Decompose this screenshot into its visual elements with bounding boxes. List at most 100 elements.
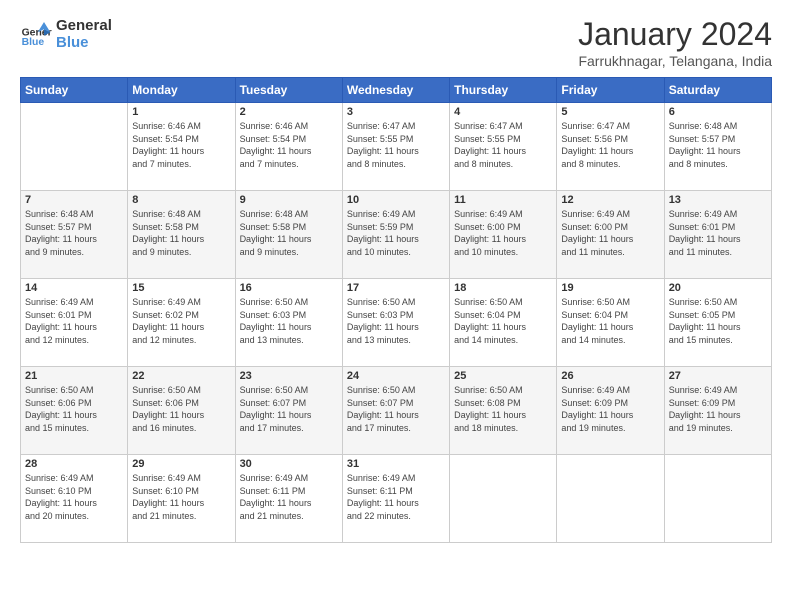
calendar-page: General Blue General Blue January 2024 F… (0, 0, 792, 559)
col-header-wednesday: Wednesday (342, 78, 449, 103)
col-header-thursday: Thursday (450, 78, 557, 103)
day-cell: 10 Sunrise: 6:49 AMSunset: 5:59 PMDayligh… (342, 191, 449, 279)
day-cell (450, 455, 557, 543)
day-number: 22 (132, 370, 230, 382)
day-cell: 26Sunrise: 6:49 AMSunset: 6:09 PMDayligh… (557, 367, 664, 455)
day-info: Sunrise: 6:50 AMSunset: 6:04 PMDaylight:… (454, 296, 552, 346)
logo-blue: Blue (56, 35, 112, 52)
day-number: 4 (454, 106, 552, 118)
day-cell: 21 Sunrise: 6:50 AMSunset: 6:06 PMDayligh… (21, 367, 128, 455)
day-info: Sunrise: 6:50 AMSunset: 6:08 PMDaylight:… (454, 384, 552, 434)
day-cell (557, 455, 664, 543)
day-cell: 17 Sunrise: 6:50 AMSunset: 6:03 PMDayligh… (342, 279, 449, 367)
day-cell: 12 Sunrise: 6:49 AMSunset: 6:00 PMDayligh… (557, 191, 664, 279)
day-number: 25 (454, 370, 552, 382)
day-info: Sunrise: 6:49 AMSunset: 6:01 PMDaylight:… (25, 296, 123, 346)
day-cell (21, 103, 128, 191)
day-number: 13 (669, 194, 767, 206)
day-info: Sunrise: 6:50 AMSunset: 6:03 PMDaylight:… (347, 296, 445, 346)
day-number: 1 (132, 106, 230, 118)
logo: General Blue General Blue (20, 16, 112, 51)
day-cell: 7Sunrise: 6:48 AMSunset: 5:57 PMDaylight… (21, 191, 128, 279)
day-cell: 19 Sunrise: 6:50 AMSunset: 6:04 PMDayligh… (557, 279, 664, 367)
day-cell: 16 Sunrise: 6:50 AMSunset: 6:03 PMDayligh… (235, 279, 342, 367)
day-cell: 14 Sunrise: 6:49 AMSunset: 6:01 PMDayligh… (21, 279, 128, 367)
day-cell: 22 Sunrise: 6:50 AMSunset: 6:06 PMDayligh… (128, 367, 235, 455)
header: General Blue General Blue January 2024 F… (20, 16, 772, 69)
day-info: Sunrise: 6:49 AMSunset: 6:10 PMDaylight:… (25, 472, 123, 522)
day-cell: 18 Sunrise: 6:50 AMSunset: 6:04 PMDayligh… (450, 279, 557, 367)
week-row: 14 Sunrise: 6:49 AMSunset: 6:01 PMDayligh… (21, 279, 772, 367)
day-cell: 20 Sunrise: 6:50 AMSunset: 6:05 PMDayligh… (664, 279, 771, 367)
day-info: Sunrise: 6:50 AMSunset: 6:03 PMDaylight:… (240, 296, 338, 346)
day-number: 2 (240, 106, 338, 118)
day-number: 17 (347, 282, 445, 294)
day-info: Sunrise: 6:49 AMSunset: 6:09 PMDaylight:… (669, 384, 767, 434)
day-number: 30 (240, 458, 338, 470)
day-info: Sunrise: 6:49 AMSunset: 6:00 PMDaylight:… (454, 208, 552, 258)
day-info: Sunrise: 6:49 AMSunset: 5:59 PMDaylight:… (347, 208, 445, 258)
day-info: Sunrise: 6:50 AMSunset: 6:05 PMDaylight:… (669, 296, 767, 346)
day-info: Sunrise: 6:47 AMSunset: 5:55 PMDaylight:… (347, 120, 445, 170)
day-number: 20 (669, 282, 767, 294)
day-number: 16 (240, 282, 338, 294)
day-info: Sunrise: 6:49 AMSunset: 6:01 PMDaylight:… (669, 208, 767, 258)
day-number: 11 (454, 194, 552, 206)
day-cell: 13 Sunrise: 6:49 AMSunset: 6:01 PMDayligh… (664, 191, 771, 279)
day-info: Sunrise: 6:49 AMSunset: 6:00 PMDaylight:… (561, 208, 659, 258)
calendar-subtitle: Farrukhnagar, Telangana, India (578, 53, 772, 69)
day-cell (664, 455, 771, 543)
week-row: 21 Sunrise: 6:50 AMSunset: 6:06 PMDayligh… (21, 367, 772, 455)
day-cell: 5Sunrise: 6:47 AMSunset: 5:56 PMDaylight… (557, 103, 664, 191)
day-number: 7 (25, 194, 123, 206)
day-info: Sunrise: 6:48 AMSunset: 5:58 PMDaylight:… (240, 208, 338, 258)
day-info: Sunrise: 6:49 AMSunset: 6:11 PMDaylight:… (347, 472, 445, 522)
day-info: Sunrise: 6:50 AMSunset: 6:06 PMDaylight:… (132, 384, 230, 434)
day-info: Sunrise: 6:50 AMSunset: 6:07 PMDaylight:… (240, 384, 338, 434)
day-number: 9 (240, 194, 338, 206)
day-number: 18 (454, 282, 552, 294)
col-header-monday: Monday (128, 78, 235, 103)
day-info: Sunrise: 6:50 AMSunset: 6:04 PMDaylight:… (561, 296, 659, 346)
day-info: Sunrise: 6:46 AMSunset: 5:54 PMDaylight:… (132, 120, 230, 170)
day-cell: 1 Sunrise: 6:46 AMSunset: 5:54 PMDaylight… (128, 103, 235, 191)
day-number: 10 (347, 194, 445, 206)
col-header-friday: Friday (557, 78, 664, 103)
header-row: SundayMondayTuesdayWednesdayThursdayFrid… (21, 78, 772, 103)
day-number: 8 (132, 194, 230, 206)
day-number: 27 (669, 370, 767, 382)
day-number: 12 (561, 194, 659, 206)
day-number: 23 (240, 370, 338, 382)
day-number: 5 (561, 106, 659, 118)
day-number: 21 (25, 370, 123, 382)
day-info: Sunrise: 6:49 AMSunset: 6:02 PMDaylight:… (132, 296, 230, 346)
svg-text:Blue: Blue (22, 37, 45, 48)
day-cell: 23 Sunrise: 6:50 AMSunset: 6:07 PMDayligh… (235, 367, 342, 455)
day-info: Sunrise: 6:46 AMSunset: 5:54 PMDaylight:… (240, 120, 338, 170)
day-number: 29 (132, 458, 230, 470)
day-info: Sunrise: 6:50 AMSunset: 6:07 PMDaylight:… (347, 384, 445, 434)
day-info: Sunrise: 6:50 AMSunset: 6:06 PMDaylight:… (25, 384, 123, 434)
week-row: 1 Sunrise: 6:46 AMSunset: 5:54 PMDaylight… (21, 103, 772, 191)
day-cell: 25 Sunrise: 6:50 AMSunset: 6:08 PMDayligh… (450, 367, 557, 455)
calendar-title: January 2024 (578, 16, 772, 53)
day-cell: 2 Sunrise: 6:46 AMSunset: 5:54 PMDaylight… (235, 103, 342, 191)
day-number: 6 (669, 106, 767, 118)
week-row: 28 Sunrise: 6:49 AMSunset: 6:10 PMDayligh… (21, 455, 772, 543)
week-row: 7Sunrise: 6:48 AMSunset: 5:57 PMDaylight… (21, 191, 772, 279)
day-info: Sunrise: 6:49 AMSunset: 6:10 PMDaylight:… (132, 472, 230, 522)
day-number: 14 (25, 282, 123, 294)
col-header-tuesday: Tuesday (235, 78, 342, 103)
day-number: 15 (132, 282, 230, 294)
day-info: Sunrise: 6:47 AMSunset: 5:55 PMDaylight:… (454, 120, 552, 170)
logo-general: General (56, 18, 112, 35)
calendar-table: SundayMondayTuesdayWednesdayThursdayFrid… (20, 77, 772, 543)
day-number: 28 (25, 458, 123, 470)
day-number: 19 (561, 282, 659, 294)
day-info: Sunrise: 6:48 AMSunset: 5:58 PMDaylight:… (132, 208, 230, 258)
day-number: 24 (347, 370, 445, 382)
day-number: 26 (561, 370, 659, 382)
logo-icon: General Blue (20, 18, 52, 50)
col-header-saturday: Saturday (664, 78, 771, 103)
day-info: Sunrise: 6:49 AMSunset: 6:11 PMDaylight:… (240, 472, 338, 522)
